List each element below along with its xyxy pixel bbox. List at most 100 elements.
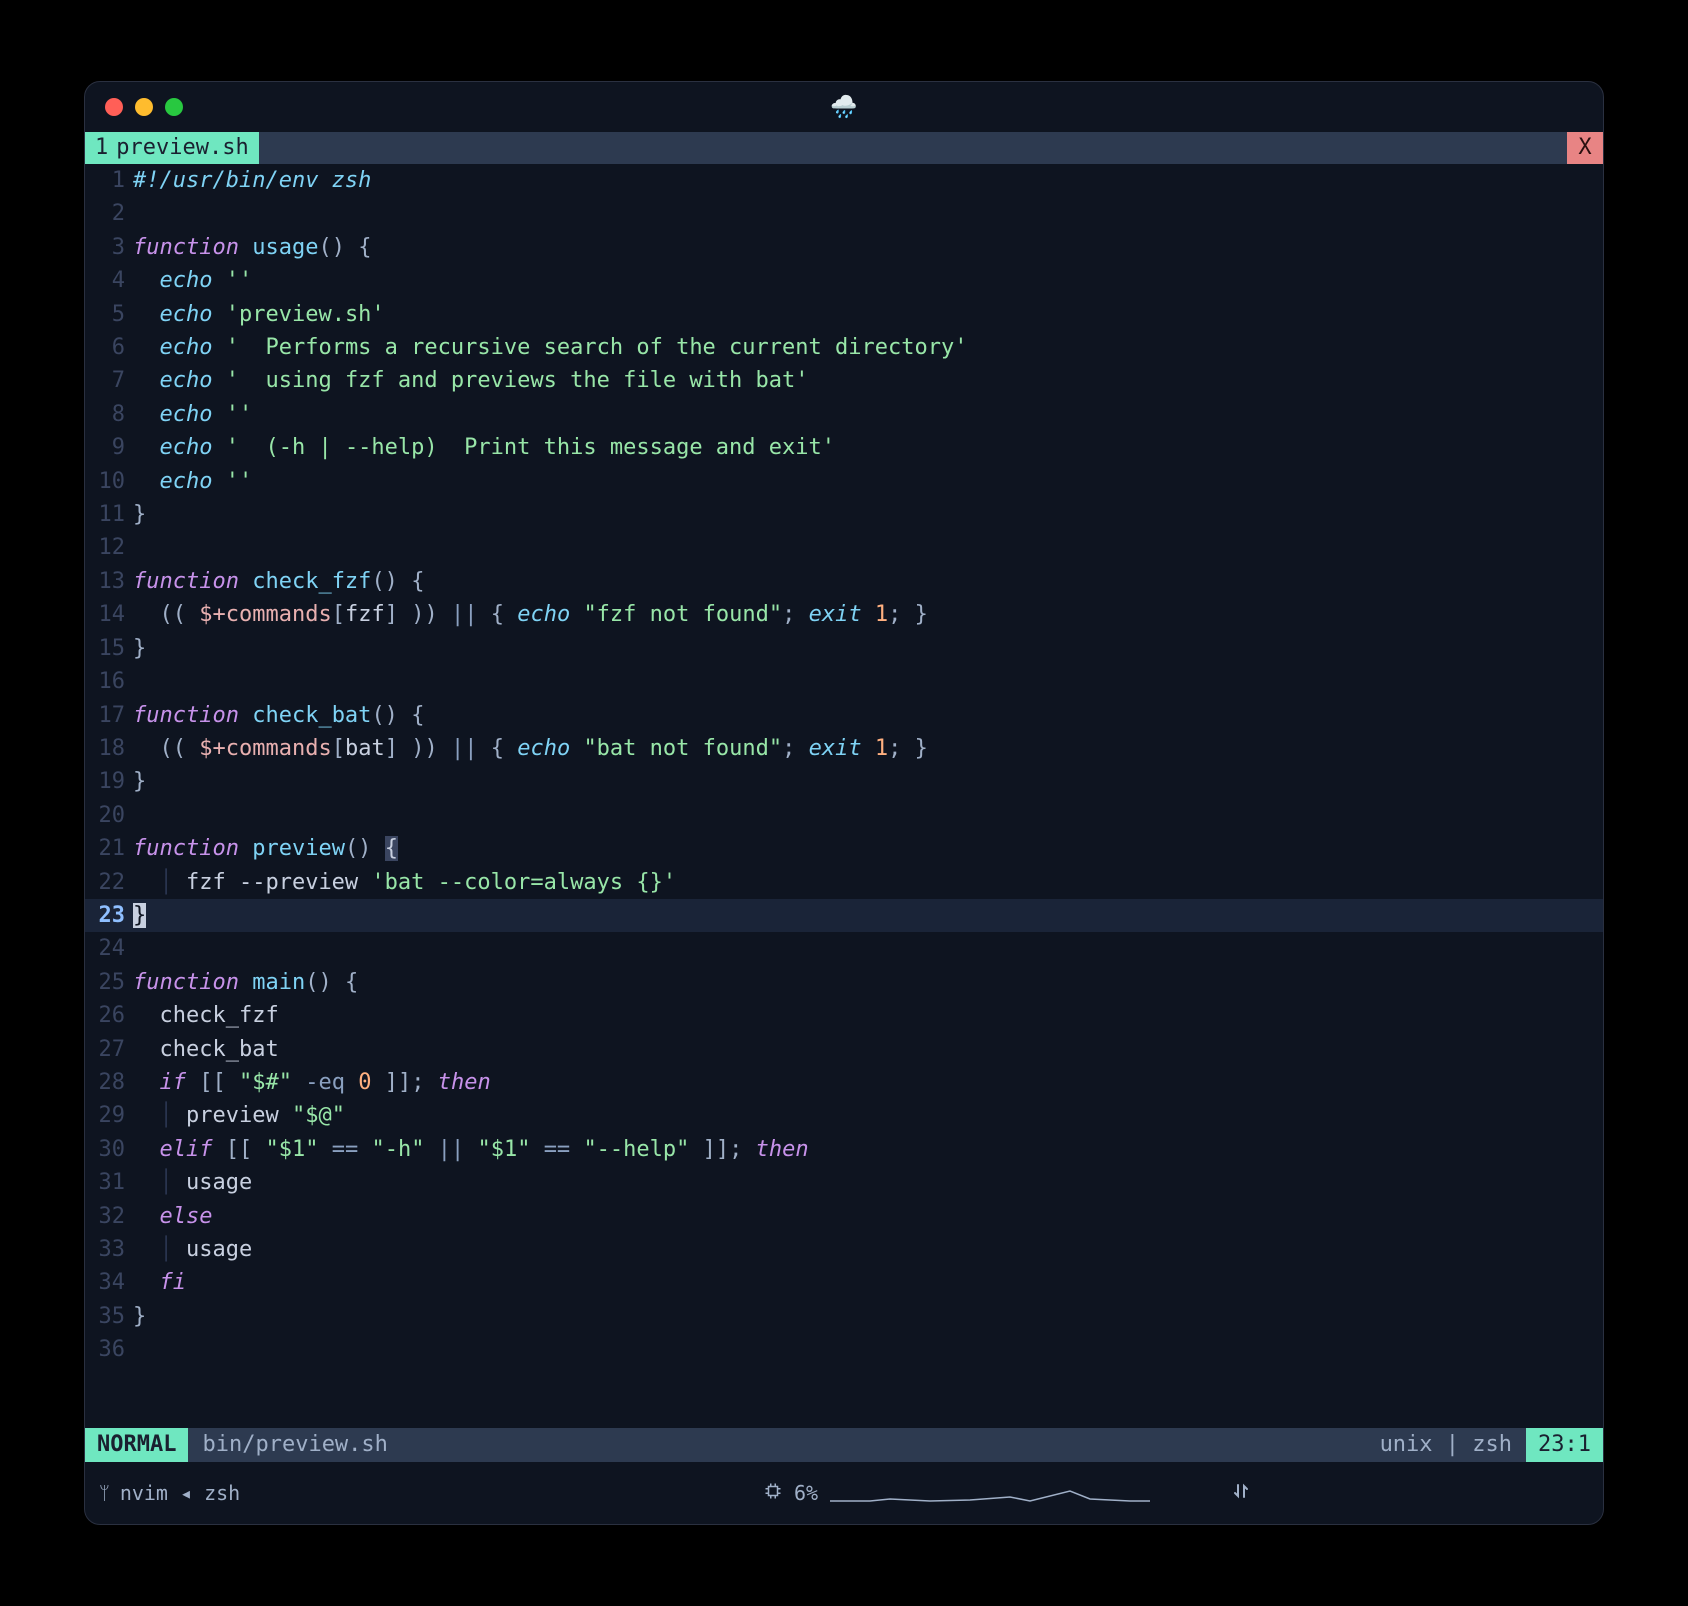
code-content: } (133, 765, 1603, 798)
code-content: function usage() { (133, 231, 1603, 264)
code-line[interactable]: 14 (( $+commands[fzf] )) || { echo "fzf … (85, 598, 1603, 631)
code-content: } (133, 899, 1603, 932)
buffer-tab-active[interactable]: 1 preview.sh (85, 132, 259, 164)
line-number: 34 (85, 1266, 133, 1299)
line-number: 2 (85, 197, 133, 230)
tab-filename: preview.sh (116, 132, 248, 164)
tab-number: 1 (95, 132, 108, 164)
code-content: check_bat (133, 1033, 1603, 1066)
code-line[interactable]: 29 │ preview "$@" (85, 1099, 1603, 1132)
line-number: 21 (85, 832, 133, 865)
line-number: 30 (85, 1133, 133, 1166)
maximize-window-button[interactable] (165, 98, 183, 116)
tmux-right (1233, 1481, 1589, 1505)
code-content: function check_fzf() { (133, 565, 1603, 598)
code-line[interactable]: 3function usage() { (85, 231, 1603, 264)
code-line[interactable]: 16 (85, 665, 1603, 698)
code-line[interactable]: 27 check_bat (85, 1033, 1603, 1066)
line-number: 1 (85, 164, 133, 197)
code-content (133, 531, 1603, 564)
code-line[interactable]: 36 (85, 1333, 1603, 1366)
line-number: 22 (85, 866, 133, 899)
code-line[interactable]: 33 │ usage (85, 1233, 1603, 1266)
code-line[interactable]: 13function check_fzf() { (85, 565, 1603, 598)
code-line[interactable]: 28 if [[ "$#" -eq 0 ]]; then (85, 1066, 1603, 1099)
line-number: 14 (85, 598, 133, 631)
line-number: 13 (85, 565, 133, 598)
code-content: } (133, 498, 1603, 531)
code-line[interactable]: 35} (85, 1300, 1603, 1333)
code-line[interactable]: 1#!/usr/bin/env zsh (85, 164, 1603, 197)
code-line[interactable]: 2 (85, 197, 1603, 230)
code-line[interactable]: 24 (85, 932, 1603, 965)
line-number: 8 (85, 398, 133, 431)
code-content: echo ' Performs a recursive search of th… (133, 331, 1603, 364)
code-content (133, 665, 1603, 698)
line-number: 25 (85, 966, 133, 999)
editor-area[interactable]: 1#!/usr/bin/env zsh23function usage() {4… (85, 164, 1603, 1428)
line-number: 24 (85, 932, 133, 965)
terminal-window: 🌧️ 1 preview.sh X 1#!/usr/bin/env zsh23f… (84, 81, 1604, 1525)
code-content: echo ' using fzf and previews the file w… (133, 364, 1603, 397)
line-number: 16 (85, 665, 133, 698)
code-line[interactable]: 9 echo ' (-h | --help) Print this messag… (85, 431, 1603, 464)
tmux-windows: nvim ◂ zsh (120, 1481, 240, 1505)
tmux-center: 6% (764, 1481, 1150, 1505)
line-number: 17 (85, 699, 133, 732)
code-content: function main() { (133, 966, 1603, 999)
code-line[interactable]: 7 echo ' using fzf and previews the file… (85, 364, 1603, 397)
line-number: 29 (85, 1099, 133, 1132)
code-content: else (133, 1200, 1603, 1233)
code-line[interactable]: 4 echo '' (85, 264, 1603, 297)
code-line[interactable]: 20 (85, 799, 1603, 832)
tab-close-button[interactable]: X (1567, 132, 1603, 164)
code-content: check_fzf (133, 999, 1603, 1032)
minimize-window-button[interactable] (135, 98, 153, 116)
traffic-lights (105, 98, 183, 116)
line-number: 20 (85, 799, 133, 832)
code-content: │ usage (133, 1233, 1603, 1266)
code-line[interactable]: 19} (85, 765, 1603, 798)
line-number: 18 (85, 732, 133, 765)
code-content (133, 799, 1603, 832)
line-number: 36 (85, 1333, 133, 1366)
code-line[interactable]: 25function main() { (85, 966, 1603, 999)
code-line[interactable]: 22 │ fzf --preview 'bat --color=always {… (85, 866, 1603, 899)
code-line[interactable]: 32 else (85, 1200, 1603, 1233)
mode-indicator: NORMAL (85, 1428, 188, 1462)
code-content: │ usage (133, 1166, 1603, 1199)
line-number: 11 (85, 498, 133, 531)
code-content: #!/usr/bin/env zsh (133, 164, 1603, 197)
code-content: function check_bat() { (133, 699, 1603, 732)
code-content (133, 932, 1603, 965)
code-line[interactable]: 26 check_fzf (85, 999, 1603, 1032)
code-line[interactable]: 34 fi (85, 1266, 1603, 1299)
line-number: 15 (85, 632, 133, 665)
line-number: 28 (85, 1066, 133, 1099)
tabline-spacer (259, 132, 1567, 164)
cursor-position: 23:1 (1526, 1428, 1603, 1462)
line-number: 32 (85, 1200, 133, 1233)
status-fileinfo: unix | zsh (1366, 1428, 1526, 1462)
code-line[interactable]: 17function check_bat() { (85, 699, 1603, 732)
code-content: echo '' (133, 465, 1603, 498)
code-line[interactable]: 11} (85, 498, 1603, 531)
tmux-statusbar: ᛘ nvim ◂ zsh 6% (85, 1462, 1603, 1524)
code-line[interactable]: 21function preview() { (85, 832, 1603, 865)
code-line[interactable]: 23} (85, 899, 1603, 932)
code-line[interactable]: 5 echo 'preview.sh' (85, 298, 1603, 331)
code-line[interactable]: 10 echo '' (85, 465, 1603, 498)
code-line[interactable]: 30 elif [[ "$1" == "-h" || "$1" == "--he… (85, 1133, 1603, 1166)
close-window-button[interactable] (105, 98, 123, 116)
code-line[interactable]: 6 echo ' Performs a recursive search of … (85, 331, 1603, 364)
statusline: NORMAL bin/preview.sh unix | zsh 23:1 (85, 1428, 1603, 1462)
code-line[interactable]: 12 (85, 531, 1603, 564)
code-content: echo '' (133, 398, 1603, 431)
code-line[interactable]: 31 │ usage (85, 1166, 1603, 1199)
line-number: 10 (85, 465, 133, 498)
code-line[interactable]: 18 (( $+commands[bat] )) || { echo "bat … (85, 732, 1603, 765)
code-line[interactable]: 15} (85, 632, 1603, 665)
code-content: function preview() { (133, 832, 1603, 865)
code-line[interactable]: 8 echo '' (85, 398, 1603, 431)
status-filename: bin/preview.sh (188, 1428, 401, 1462)
